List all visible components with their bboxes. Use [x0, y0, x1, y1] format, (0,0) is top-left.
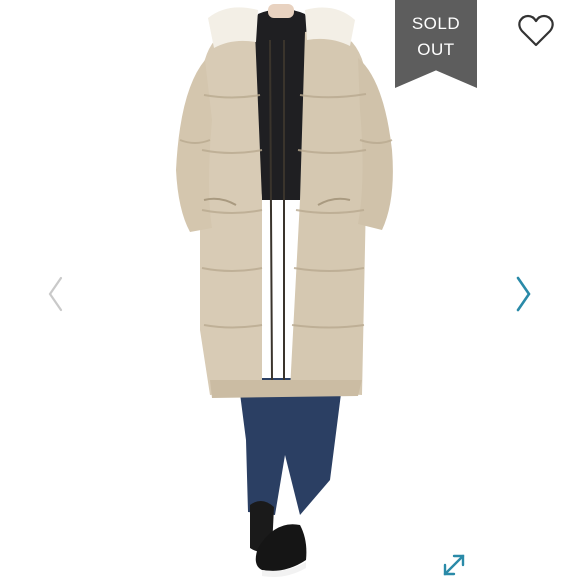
sold-out-line-2: OUT	[417, 40, 455, 59]
sold-out-line-1: SOLD	[411, 14, 461, 33]
product-image-viewer: SOLD OUT	[0, 0, 580, 580]
product-photo	[176, 4, 393, 577]
chevron-left-icon[interactable]	[45, 274, 67, 314]
expand-arrows-icon[interactable]	[441, 552, 467, 578]
sold-out-badge: SOLD OUT	[395, 0, 477, 88]
chevron-right-icon[interactable]	[512, 274, 534, 314]
heart-outline-icon[interactable]	[517, 14, 555, 48]
